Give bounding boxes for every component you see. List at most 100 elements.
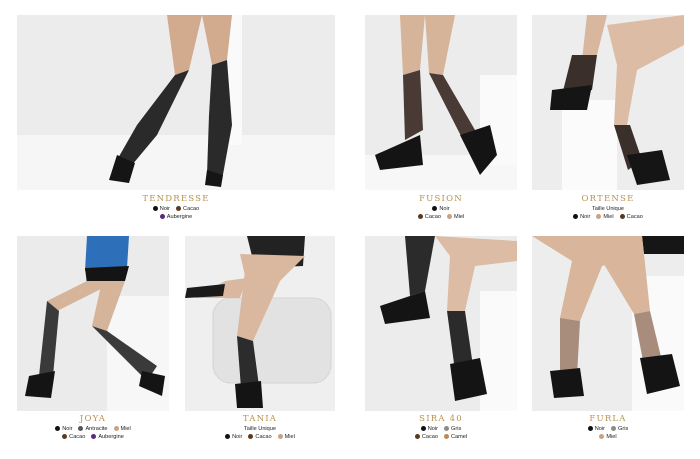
color-label: Noir	[580, 214, 591, 220]
color-label: Miel	[284, 434, 295, 440]
color-option: Cacao	[414, 433, 438, 441]
option-line: Noir Antracite Miel	[23, 425, 163, 433]
color-label: Cacao	[424, 214, 441, 220]
color-swatch-icon	[596, 213, 602, 219]
color-swatch-icon	[152, 205, 158, 211]
color-swatch-icon	[420, 425, 426, 431]
color-swatch-icon	[573, 213, 579, 219]
photo-furla	[532, 236, 684, 411]
caption-fusion: FUSION Noir Cacao Miel	[381, 194, 501, 221]
size-note: Taille Unique	[592, 205, 624, 213]
caption-sira-40: SIRA 40 Noir Gris Cacao Camel	[381, 414, 501, 441]
color-label: Noir	[232, 434, 243, 440]
color-option: Aubergine	[159, 213, 193, 221]
option-line: Cacao Aubergine	[23, 433, 163, 441]
product-name: SIRA 40	[419, 414, 463, 424]
caption-ortense: ORTENSE Taille Unique Noir Miel Cacao	[548, 194, 668, 221]
color-swatch-icon	[225, 433, 231, 439]
color-label: Miel	[606, 434, 617, 440]
color-label: Noir	[427, 426, 438, 432]
product-name: TANIA	[242, 414, 278, 424]
caption-tania: TANIA Taille Unique Noir Cacao Miel	[200, 414, 320, 441]
option-line: Cacao Miel	[381, 213, 501, 221]
color-swatch-icon	[587, 425, 593, 431]
color-label: Gris	[618, 426, 629, 432]
color-swatch-icon	[432, 205, 438, 211]
photo-sira-40	[365, 236, 517, 411]
option-line: Aubergine	[116, 213, 236, 221]
color-label: Noir	[594, 426, 605, 432]
color-label: Cacao	[255, 434, 272, 440]
photo-tania	[185, 236, 335, 411]
option-line: Noir Gris	[548, 425, 668, 433]
color-option: Miel	[596, 213, 614, 221]
color-label: Cacao	[421, 434, 438, 440]
caption-joya: JOYA Noir Antracite Miel Cacao Aubergine	[23, 414, 163, 441]
option-line: Noir	[381, 205, 501, 213]
product-name: ORTENSE	[581, 194, 635, 204]
color-option: Gris	[611, 425, 628, 433]
color-swatch-icon	[277, 433, 283, 439]
color-option: Cacao	[417, 213, 441, 221]
product-name: FUSION	[419, 194, 463, 204]
color-label: Aubergine	[98, 434, 124, 440]
color-label: Noir	[62, 426, 73, 432]
caption-furla: FURLA Noir Gris Miel	[548, 414, 668, 441]
color-swatch-icon	[444, 425, 449, 431]
option-line: Noir Cacao Miel	[200, 433, 320, 441]
product-name: FURLA	[589, 414, 627, 424]
color-option: Cacao	[619, 213, 643, 221]
option-line: Taille Unique	[200, 425, 320, 433]
color-label: Camel	[451, 434, 468, 440]
size-label: Taille Unique	[243, 426, 277, 432]
color-option: Noir	[420, 425, 438, 433]
color-swatch-icon	[78, 425, 84, 431]
color-swatch-icon	[417, 213, 423, 219]
color-option: Camel	[444, 433, 467, 441]
color-swatch-icon	[113, 425, 119, 431]
color-option: Cacao	[176, 205, 199, 213]
option-line: Noir Miel Cacao	[548, 213, 668, 221]
color-option: Gris	[444, 425, 461, 433]
color-swatch-icon	[176, 205, 182, 211]
color-option: Aubergine	[91, 433, 124, 441]
option-line: Miel	[548, 433, 668, 441]
product-name: TENDRESSE	[142, 194, 210, 204]
color-swatch-icon	[446, 213, 452, 219]
color-label: Aubergine	[166, 214, 193, 220]
color-swatch-icon	[159, 213, 165, 219]
option-line: Noir Gris	[381, 425, 501, 433]
color-swatch-icon	[248, 433, 254, 439]
color-label: Antracite	[85, 426, 108, 432]
color-option: Noir	[55, 425, 72, 433]
photo-fusion	[365, 15, 517, 190]
option-line: Cacao Camel	[381, 433, 501, 441]
color-label: Cacao	[626, 214, 643, 220]
color-swatch-icon	[414, 433, 420, 439]
color-label: Noir	[439, 206, 450, 212]
color-swatch-icon	[91, 433, 97, 439]
color-label: Cacao	[183, 206, 200, 212]
color-option: Miel	[113, 425, 131, 433]
color-label: Miel	[120, 426, 131, 432]
color-option: Noir	[152, 205, 170, 213]
color-label: Miel	[453, 214, 465, 220]
caption-tendresse: TENDRESSE Noir Cacao Aubergine	[116, 194, 236, 221]
size-label: Taille Unique	[591, 206, 625, 212]
color-option: Miel	[277, 433, 295, 441]
product-name: JOYA	[79, 414, 107, 424]
color-option: Cacao	[62, 433, 85, 441]
color-label: Miel	[603, 214, 614, 220]
color-option: Cacao	[248, 433, 272, 441]
color-option: Antracite	[78, 425, 108, 433]
color-swatch-icon	[599, 433, 605, 439]
photo-ortense	[532, 15, 684, 190]
color-option: Noir	[573, 213, 590, 221]
photo-tendresse	[17, 15, 335, 190]
size-note: Taille Unique	[244, 425, 276, 433]
photo-joya	[17, 236, 169, 411]
color-option: Noir	[225, 433, 242, 441]
color-option: Miel	[599, 433, 617, 441]
color-swatch-icon	[611, 425, 616, 431]
color-swatch-icon	[444, 433, 449, 439]
